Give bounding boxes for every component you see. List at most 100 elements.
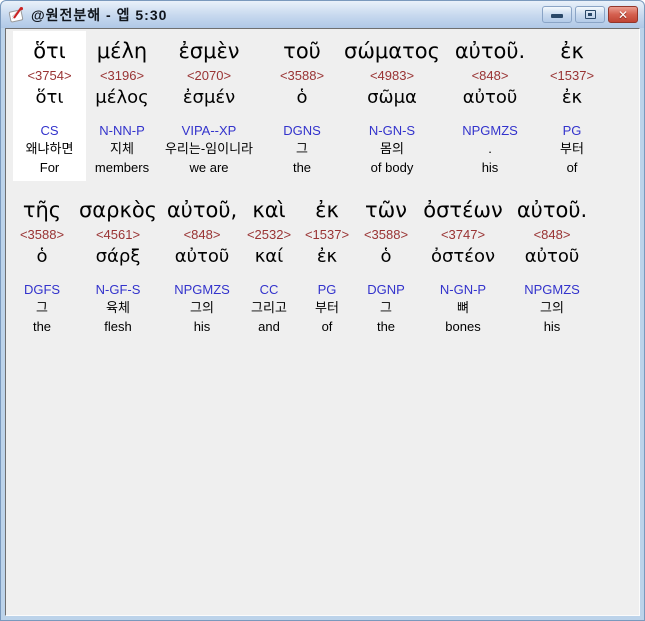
english-gloss: of body (370, 160, 414, 175)
word-entry[interactable]: σώματος <4983> σῶμα N-GN-S 몸의 of body (344, 31, 440, 181)
word-entry[interactable]: τοῦ <3588> ὁ DGNS 그 the (260, 31, 344, 181)
strongs-number: <3754> (27, 68, 72, 83)
korean-gloss: 몸의 (380, 141, 404, 156)
strongs-number: <3747> (440, 227, 486, 242)
greek-surface: ἐκ (560, 39, 584, 63)
word-entry[interactable]: τῆς <3588> ὁ DGFS 그 the (13, 190, 71, 340)
greek-lemma: σῶμα (367, 87, 417, 108)
word-entry[interactable]: ὀστέων <3747> ὀστέον N-GN-P 뼈 bones (417, 190, 509, 340)
maximize-icon (584, 10, 596, 19)
korean-gloss: 그의 (540, 300, 564, 315)
korean-gloss: 우리는-임이니라 (164, 141, 254, 156)
english-gloss: of (566, 160, 578, 175)
word-entry[interactable]: ἐκ <1537> ἐκ PG 부터 of (299, 190, 355, 340)
parsing-code: DGFS (23, 282, 61, 297)
parsing-code: VIPA--XP (181, 123, 237, 138)
english-gloss: the (32, 319, 52, 334)
close-icon: ✕ (617, 7, 629, 22)
word-entry[interactable]: ἐσμὲν <2070> ἐσμέν VIPA--XP 우리는-임이니라 we are (158, 31, 260, 181)
korean-gloss: 그 (380, 300, 392, 315)
strongs-number: <2070> (186, 68, 232, 83)
korean-gloss: 부터 (315, 300, 339, 315)
maximize-button[interactable] (575, 6, 605, 23)
strongs-number: <3196> (99, 68, 145, 83)
greek-surface: αὐτοῦ, (166, 198, 238, 222)
korean-gloss: 육체 (106, 300, 130, 315)
greek-lemma: αὐτοῦ (174, 246, 230, 267)
greek-surface: σώματος (344, 39, 440, 63)
interlinear-panel: ὅτι <3754> ὅτι CS 왜냐하면 For μέλη <3196> μέλος N-NN… (5, 28, 640, 616)
close-button[interactable]: ✕ (608, 6, 638, 23)
english-gloss: the (292, 160, 312, 175)
greek-surface: αὐτοῦ. (516, 198, 588, 222)
korean-gloss: 그의 (190, 300, 214, 315)
parsing-code: CC (259, 282, 279, 297)
english-gloss: his (543, 319, 561, 334)
greek-lemma: ἐκ (561, 87, 583, 108)
greek-surface: τῶν (365, 198, 407, 222)
greek-surface: μέλη (96, 39, 148, 63)
korean-gloss: . (488, 141, 492, 156)
greek-lemma: σάρξ (95, 246, 141, 267)
minimize-icon (551, 14, 563, 18)
greek-surface: σαρκὸς (78, 198, 158, 222)
word-entry[interactable]: αὐτοῦ, <848> αὐτοῦ NPGMZS 그의 his (165, 190, 239, 340)
strongs-number: <1537> (304, 227, 350, 242)
strongs-number: <848> (471, 68, 509, 83)
english-gloss: we are (189, 160, 229, 175)
app-window: @원전분해 - 엡 5:30 ✕ ὅτι <3754> ὅτι CS 왜냐하면 For μέ… (0, 0, 645, 621)
app-icon (8, 6, 26, 23)
parsing-code: PG (562, 123, 582, 138)
word-rows: ὅτι <3754> ὅτι CS 왜냐하면 For μέλη <3196> μέλος N-NN… (13, 31, 639, 340)
greek-surface: ἐκ (315, 198, 339, 222)
korean-gloss: 그리고 (251, 300, 287, 315)
greek-lemma: ἐσμέν (182, 87, 236, 108)
korean-gloss: 그 (296, 141, 308, 156)
word-entry[interactable]: σαρκὸς <4561> σάρξ N-GF-S 육체 flesh (71, 190, 165, 340)
english-gloss: of (321, 319, 333, 334)
greek-surface: καὶ (252, 198, 286, 222)
word-entry[interactable]: ἐκ <1537> ἐκ PG 부터 of (540, 31, 604, 181)
word-entry[interactable]: ὅτι <3754> ὅτι CS 왜냐하면 For (13, 31, 86, 181)
english-gloss: and (258, 319, 280, 334)
word-row: ὅτι <3754> ὅτι CS 왜냐하면 For μέλη <3196> μέλος N-NN… (13, 31, 639, 181)
window-controls: ✕ (542, 6, 638, 23)
title-bar[interactable]: @원전분해 - 엡 5:30 ✕ (1, 1, 644, 28)
word-entry[interactable]: καὶ <2532> καί CC 그리고 and (239, 190, 299, 340)
strongs-number: <3588> (19, 227, 65, 242)
strongs-number: <1537> (549, 68, 595, 83)
window-title: @원전분해 - 엡 5:30 (31, 6, 168, 23)
word-entry[interactable]: μέλη <3196> μέλος N-NN-P 지체 members (86, 31, 158, 181)
greek-lemma: αὐτοῦ (462, 87, 518, 108)
parsing-code: N-GN-P (439, 282, 487, 297)
word-entry[interactable]: τῶν <3588> ὁ DGNP 그 the (355, 190, 417, 340)
english-gloss: For (39, 160, 60, 175)
parsing-code: NPGMZS (524, 282, 580, 297)
word-row: τῆς <3588> ὁ DGFS 그 the σαρκὸς <4561> σάρξ N-GF-S… (13, 190, 639, 340)
korean-gloss: 뼈 (457, 300, 469, 315)
greek-lemma: ὁ (296, 87, 308, 108)
minimize-button[interactable] (542, 6, 572, 23)
greek-surface: τοῦ (283, 39, 321, 63)
parsing-code: PG (317, 282, 337, 297)
strongs-number: <848> (533, 227, 571, 242)
greek-surface: ὅτι (33, 39, 66, 63)
word-entry[interactable]: αὐτοῦ. <848> αὐτοῦ NPGMZS. his (440, 31, 540, 181)
greek-lemma: ὁ (380, 246, 392, 267)
english-gloss: flesh (104, 319, 132, 334)
korean-gloss: 왜냐하면 (25, 141, 74, 156)
english-gloss: the (376, 319, 396, 334)
word-entry[interactable]: αὐτοῦ. <848> αὐτοῦ NPGMZS 그의 his (509, 190, 595, 340)
korean-gloss: 지체 (110, 141, 134, 156)
strongs-number: <3588> (363, 227, 409, 242)
parsing-code: N-GF-S (95, 282, 141, 297)
greek-lemma: ὁ (36, 246, 48, 267)
strongs-number: <4983> (369, 68, 415, 83)
greek-surface: ὀστέων (423, 198, 503, 222)
parsing-code: NPGMZS (462, 123, 518, 138)
greek-lemma: καί (254, 246, 284, 267)
korean-gloss: 그 (36, 300, 48, 315)
parsing-code: DGNS (283, 123, 321, 138)
greek-surface: τῆς (22, 198, 62, 222)
greek-lemma: ὅτι (35, 87, 64, 108)
